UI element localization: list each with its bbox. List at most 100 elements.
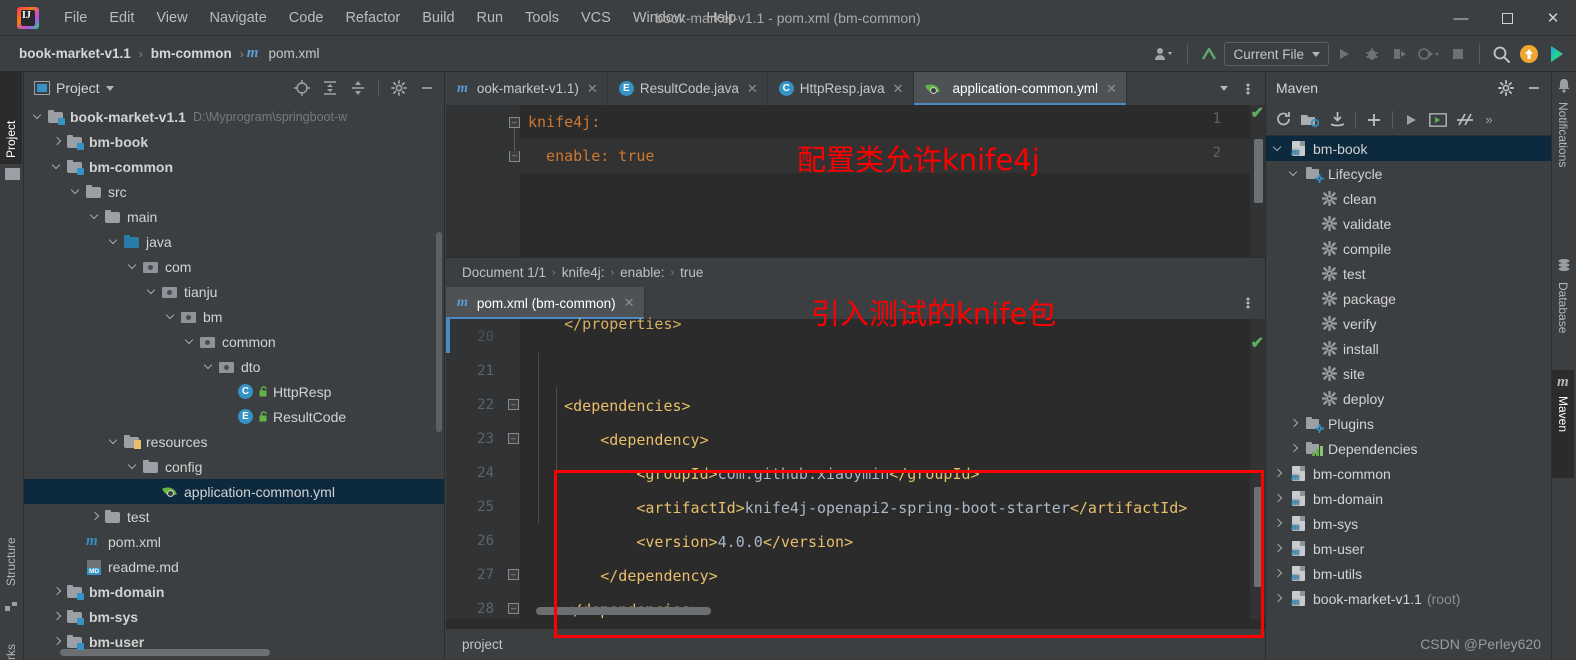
settings-gear-icon[interactable] [1495, 77, 1517, 99]
settings-gear-icon[interactable] [388, 77, 410, 99]
collapse-all-icon[interactable] [347, 77, 369, 99]
maven-tree-item-book-market-v1-1[interactable]: m book-market-v1.1 (root) [1266, 586, 1551, 611]
tree-item-com[interactable]: com [24, 254, 444, 279]
chevron-right-icon[interactable] [1272, 467, 1285, 480]
user-avatar-icon[interactable] [1151, 41, 1179, 67]
chevron-down-icon[interactable] [32, 110, 45, 123]
sidebar-item-bookmarks[interactable]: Bookmarks [0, 630, 22, 660]
maven-tree-item-bm-sys[interactable]: m bm-sys [1266, 511, 1551, 536]
sidebar-item-project[interactable]: Project [0, 72, 22, 164]
pom-marker-scrollbar[interactable]: ✔ [1250, 319, 1265, 619]
maven-tree-item-bm-utils[interactable]: m bm-utils [1266, 561, 1551, 586]
tree-item-java[interactable]: java [24, 229, 444, 254]
tree-item-application-common-yml[interactable]: application-common.yml [24, 479, 444, 504]
maven-tree-item-dependencies[interactable]: Dependencies [1266, 436, 1551, 461]
close-button[interactable]: ✕ [1530, 0, 1576, 36]
tree-item-readme-md[interactable]: MD readme.md [24, 554, 444, 579]
editor-pane-yaml[interactable]: 1 2 – – knife4j: enable: true 配置类允许knife… [446, 105, 1265, 257]
ide-plugin-icon[interactable] [1544, 41, 1570, 67]
breadcrumb-document[interactable]: Document 1/1 [462, 265, 546, 280]
tab-httpresp-java[interactable]: C HttpResp.java ✕ [768, 72, 914, 105]
run-configuration-selector[interactable]: Current File [1224, 42, 1329, 66]
run-with-coverage-icon[interactable] [1387, 41, 1413, 67]
menu-tools[interactable]: Tools [514, 6, 570, 30]
tab-pom-xml-root[interactable]: m ook-market-v1.1) ✕ [446, 72, 608, 105]
navbar-crumb-project[interactable]: book-market-v1.1 [14, 44, 136, 63]
chevron-right-icon[interactable] [51, 585, 64, 598]
close-icon[interactable]: ✕ [1106, 81, 1117, 97]
tree-item-httpresp[interactable]: C HttpResp [24, 379, 444, 404]
chevron-down-icon[interactable] [89, 210, 102, 223]
maven-tree-item-test[interactable]: test [1266, 261, 1551, 286]
chevron-right-icon[interactable] [1288, 417, 1301, 430]
menu-build[interactable]: Build [411, 6, 465, 30]
chevron-down-icon[interactable] [108, 235, 121, 248]
chevron-right-icon[interactable] [1288, 442, 1301, 455]
skip-tests-icon[interactable] [1452, 107, 1478, 133]
project-vertical-scrollbar[interactable] [436, 232, 442, 432]
maven-tree-item-package[interactable]: package [1266, 286, 1551, 311]
chevron-right-icon[interactable] [51, 135, 64, 148]
add-maven-project-icon[interactable] [1297, 107, 1323, 133]
sidebar-item-structure[interactable]: Structure [0, 492, 22, 592]
run-maven-goal-icon[interactable] [1361, 107, 1387, 133]
profiler-icon[interactable] [1415, 41, 1443, 67]
tree-item-resources[interactable]: resources [24, 429, 444, 454]
menu-help[interactable]: Help [695, 6, 747, 30]
tree-item-resultcode[interactable]: E ResultCode [24, 404, 444, 429]
pom-scroll-thumb[interactable] [1254, 487, 1263, 587]
more-options-icon[interactable] [1237, 292, 1259, 314]
tree-item-bm[interactable]: bm [24, 304, 444, 329]
tree-item-main[interactable]: main [24, 204, 444, 229]
tree-item-pom-xml[interactable]: m pom.xml [24, 529, 444, 554]
download-sources-icon[interactable] [1324, 107, 1350, 133]
maven-tree-item-deploy[interactable]: deploy [1266, 386, 1551, 411]
chevron-down-icon[interactable] [51, 160, 64, 173]
menu-run[interactable]: Run [466, 6, 515, 30]
tree-item-bm-sys[interactable]: bm-sys [24, 604, 444, 629]
chevron-down-icon[interactable] [105, 85, 114, 91]
menu-navigate[interactable]: Navigate [199, 6, 278, 30]
menu-file[interactable]: File [53, 6, 98, 30]
menu-window[interactable]: Window [622, 6, 696, 30]
chevron-right-icon[interactable] [51, 610, 64, 623]
maven-tree-item-plugins[interactable]: Plugins [1266, 411, 1551, 436]
hide-panel-icon[interactable] [416, 77, 438, 99]
reload-all-maven-projects-icon[interactable] [1270, 107, 1296, 133]
close-icon[interactable]: ✕ [747, 81, 758, 97]
maven-tree-item-bm-domain[interactable]: m bm-domain [1266, 486, 1551, 511]
sidebar-item-notifications[interactable]: Notifications [1552, 96, 1574, 206]
chevron-right-icon[interactable] [1272, 592, 1285, 605]
minimize-button[interactable]: — [1438, 0, 1484, 36]
tab-application-common-yml[interactable]: application-common.yml ✕ [913, 72, 1127, 105]
tab-resultcode-java[interactable]: E ResultCode.java ✕ [608, 72, 768, 105]
menu-edit[interactable]: Edit [98, 6, 145, 30]
chevron-down-icon[interactable] [1272, 142, 1285, 155]
fold-end-icon[interactable]: – [509, 151, 520, 162]
menu-view[interactable]: View [145, 6, 198, 30]
maven-tree-item-bm-common[interactable]: m bm-common [1266, 461, 1551, 486]
toggle-offline-icon[interactable] [1425, 107, 1451, 133]
maven-tree-item-install[interactable]: install [1266, 336, 1551, 361]
more-icon[interactable]: » [1479, 107, 1499, 133]
chevron-down-icon[interactable] [127, 260, 140, 273]
breadcrumb-knife4j[interactable]: knife4j: [562, 265, 605, 280]
select-opened-file-icon[interactable] [291, 77, 313, 99]
tree-item-bm-book[interactable]: bm-book [24, 129, 444, 154]
chevron-down-icon[interactable] [184, 335, 197, 348]
more-options-icon[interactable] [1237, 78, 1259, 100]
chevron-right-icon[interactable] [1272, 517, 1285, 530]
maven-tree-item-verify[interactable]: verify [1266, 311, 1551, 336]
tree-item-test[interactable]: test [24, 504, 444, 529]
maven-tree-item-bm-book[interactable]: m bm-book [1266, 136, 1551, 161]
chevron-down-icon[interactable] [203, 360, 216, 373]
breadcrumb-true[interactable]: true [680, 265, 703, 280]
editor-scroll-thumb[interactable] [1254, 139, 1263, 203]
search-everywhere-icon[interactable] [1488, 41, 1514, 67]
chevron-down-icon[interactable] [70, 185, 83, 198]
project-horizontal-scrollbar[interactable] [60, 649, 270, 656]
tree-item-tianju[interactable]: tianju [24, 279, 444, 304]
chevron-right-icon[interactable] [1272, 542, 1285, 555]
run-icon[interactable] [1331, 41, 1357, 67]
chevron-right-icon[interactable] [51, 635, 64, 648]
